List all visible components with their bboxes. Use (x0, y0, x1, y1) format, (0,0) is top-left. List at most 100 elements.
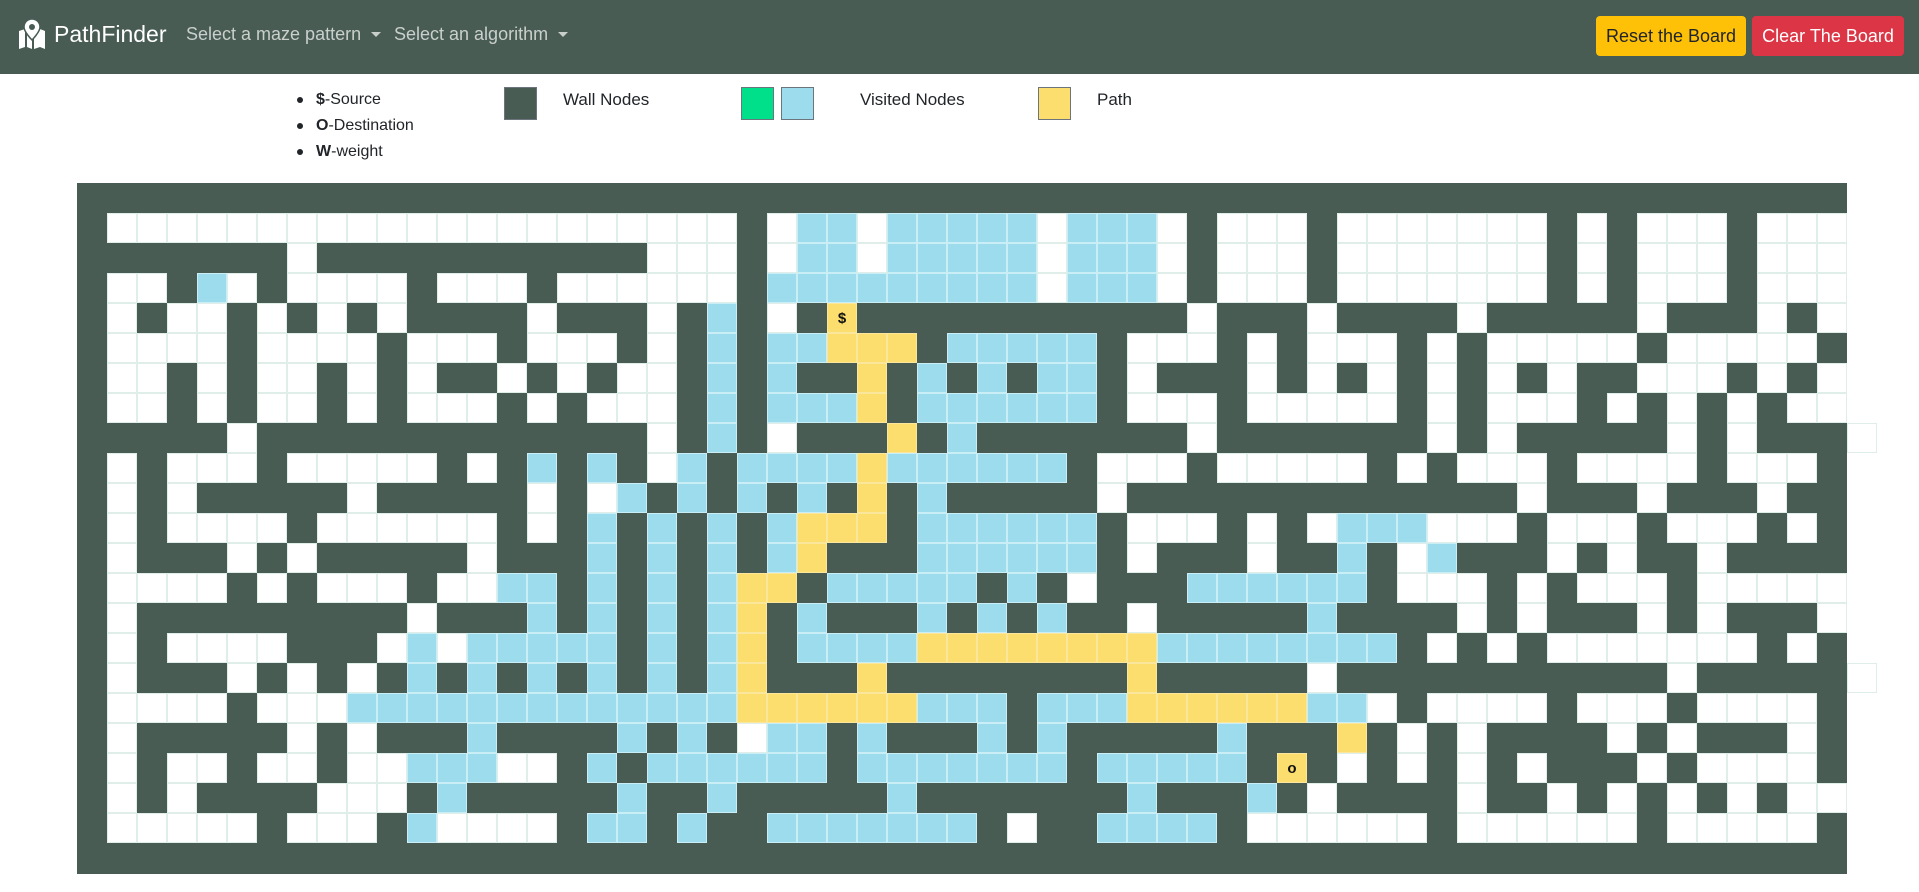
visited-node[interactable] (647, 573, 677, 603)
visited-node[interactable] (677, 693, 707, 723)
grid-node[interactable] (1037, 243, 1067, 273)
grid-node[interactable] (647, 453, 677, 483)
grid-node[interactable] (1337, 213, 1367, 243)
visited-node[interactable] (557, 693, 587, 723)
visited-node[interactable] (527, 633, 557, 663)
visited-node[interactable] (1067, 333, 1097, 363)
grid-node[interactable] (137, 273, 167, 303)
visited-node[interactable] (1307, 633, 1337, 663)
grid-node[interactable] (197, 333, 227, 363)
grid-node[interactable] (1667, 813, 1697, 843)
visited-node[interactable] (1007, 573, 1037, 603)
grid-node[interactable] (1667, 273, 1697, 303)
grid-node[interactable] (1487, 333, 1517, 363)
grid-node[interactable] (1487, 363, 1517, 393)
path-node[interactable] (857, 693, 887, 723)
path-node[interactable] (737, 693, 767, 723)
grid-node[interactable] (1727, 393, 1757, 423)
visited-node[interactable] (1007, 273, 1037, 303)
grid-node[interactable] (437, 573, 467, 603)
visited-node[interactable] (1067, 543, 1097, 573)
grid-node[interactable] (1637, 753, 1667, 783)
visited-node[interactable] (797, 813, 827, 843)
visited-node[interactable] (1127, 783, 1157, 813)
path-node[interactable] (887, 423, 917, 453)
visited-node[interactable] (1187, 573, 1217, 603)
grid-node[interactable] (1367, 333, 1397, 363)
visited-node[interactable] (827, 213, 857, 243)
grid-node[interactable] (1457, 603, 1487, 633)
grid-node[interactable] (1397, 453, 1427, 483)
grid-node[interactable] (1817, 303, 1847, 333)
visited-node[interactable] (947, 693, 977, 723)
grid-node[interactable] (167, 693, 197, 723)
visited-node[interactable] (977, 513, 1007, 543)
grid-node[interactable] (167, 573, 197, 603)
grid-node[interactable] (647, 363, 677, 393)
grid-node[interactable] (107, 663, 137, 693)
grid-node[interactable] (1787, 513, 1817, 543)
visited-node[interactable] (887, 453, 917, 483)
visited-node[interactable] (347, 693, 377, 723)
grid-node[interactable] (377, 303, 407, 333)
path-node[interactable] (767, 573, 797, 603)
visited-node[interactable] (857, 753, 887, 783)
grid-node[interactable] (467, 813, 497, 843)
path-node[interactable] (1127, 693, 1157, 723)
grid-node[interactable] (1757, 573, 1787, 603)
visited-node[interactable] (467, 723, 497, 753)
visited-node[interactable] (767, 513, 797, 543)
visited-node[interactable] (587, 453, 617, 483)
grid-node[interactable] (1187, 513, 1217, 543)
grid-node[interactable] (1307, 303, 1337, 333)
visited-node[interactable] (1067, 213, 1097, 243)
grid-node[interactable] (1547, 363, 1577, 393)
path-node[interactable] (1007, 633, 1037, 663)
grid-node[interactable] (1127, 363, 1157, 393)
grid-node[interactable] (1757, 363, 1787, 393)
grid-node[interactable] (1847, 663, 1877, 693)
grid-node[interactable] (317, 333, 347, 363)
visited-node[interactable] (917, 543, 947, 573)
grid-node[interactable] (1127, 603, 1157, 633)
visited-node[interactable] (527, 603, 557, 633)
visited-node[interactable] (647, 753, 677, 783)
visited-node[interactable] (587, 633, 617, 663)
grid-node[interactable] (707, 273, 737, 303)
grid-node[interactable] (197, 453, 227, 483)
visited-node[interactable] (707, 633, 737, 663)
grid-node[interactable] (527, 753, 557, 783)
grid-node[interactable] (1337, 453, 1367, 483)
visited-node[interactable] (887, 753, 917, 783)
path-node[interactable] (737, 573, 767, 603)
grid-node[interactable] (1727, 573, 1757, 603)
grid-node[interactable] (377, 783, 407, 813)
grid-node[interactable] (1757, 753, 1787, 783)
visited-node[interactable] (467, 693, 497, 723)
visited-node[interactable] (707, 393, 737, 423)
grid-node[interactable] (1427, 423, 1457, 453)
visited-node[interactable] (617, 723, 647, 753)
grid-node[interactable] (1547, 783, 1577, 813)
path-node[interactable] (887, 333, 917, 363)
grid-node[interactable] (1667, 393, 1697, 423)
visited-node[interactable] (587, 663, 617, 693)
grid-node[interactable] (1487, 273, 1517, 303)
visited-node[interactable] (1007, 333, 1037, 363)
visited-node[interactable] (1277, 633, 1307, 663)
grid-node[interactable] (257, 303, 287, 333)
visited-node[interactable] (857, 723, 887, 753)
visited-node[interactable] (1037, 393, 1067, 423)
grid-node[interactable] (1007, 813, 1037, 843)
grid-node[interactable] (1487, 423, 1517, 453)
visited-node[interactable] (1067, 693, 1097, 723)
grid-node[interactable] (227, 543, 257, 573)
path-node[interactable] (857, 363, 887, 393)
grid-node[interactable] (287, 663, 317, 693)
path-node[interactable] (857, 453, 887, 483)
grid-node[interactable] (1367, 393, 1397, 423)
path-node[interactable] (737, 603, 767, 633)
grid-node[interactable] (1547, 813, 1577, 843)
grid-node[interactable] (1217, 213, 1247, 243)
grid-node[interactable] (1427, 363, 1457, 393)
